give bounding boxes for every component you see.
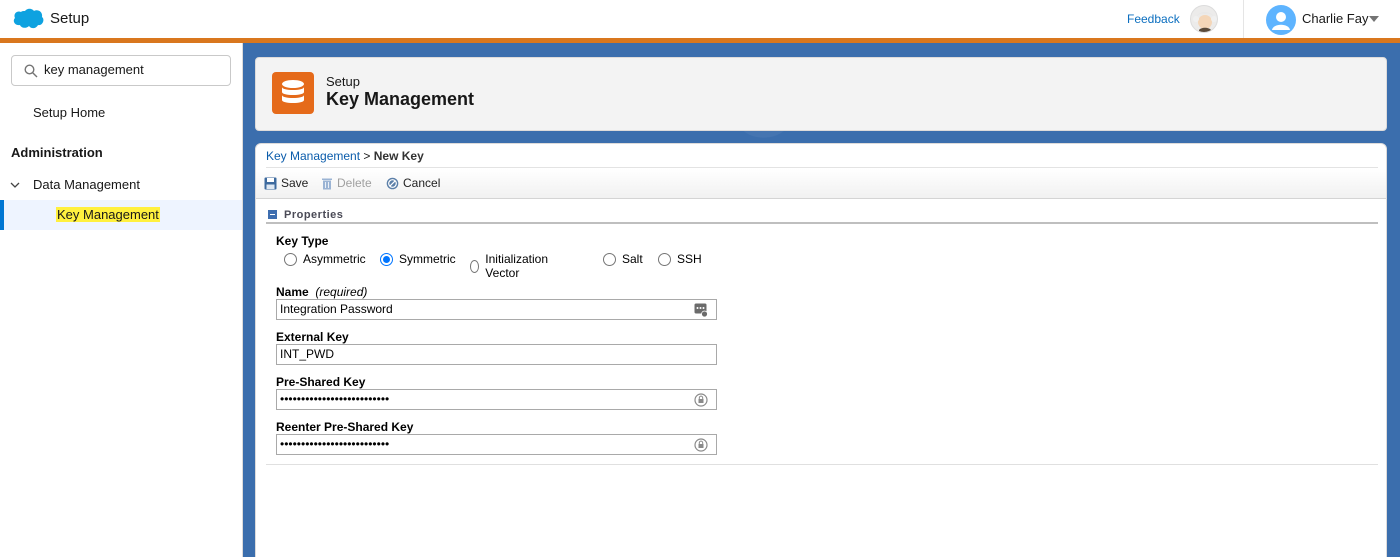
global-header: Setup Feedback Charlie Fay [0, 0, 1400, 39]
name-label: Name (required) [276, 285, 367, 299]
pre-shared-key-input[interactable] [280, 392, 680, 406]
cancel-button[interactable]: Cancel [386, 176, 440, 190]
user-name[interactable]: Charlie Fay [1302, 11, 1368, 26]
radio-asymmetric-control[interactable] [284, 252, 297, 266]
pre-shared-key-field[interactable] [276, 389, 717, 410]
radio-salt-control[interactable] [603, 252, 616, 266]
radio-salt[interactable]: Salt [603, 252, 643, 266]
salesforce-cloud-logo[interactable] [12, 8, 44, 30]
collapse-toggle-icon[interactable] [268, 210, 277, 219]
cancel-icon [386, 177, 399, 189]
trash-icon [322, 178, 332, 189]
section-title: Properties [284, 209, 344, 221]
breadcrumb-separator: > [360, 149, 374, 163]
pre-shared-key-label: Pre-Shared Key [276, 375, 366, 389]
toolbar: Save Delete Cancel [256, 169, 1386, 199]
name-input[interactable] [280, 302, 680, 316]
delete-label: Delete [337, 176, 372, 190]
app-title: Setup [50, 10, 90, 27]
delete-button[interactable]: Delete [321, 176, 372, 190]
external-key-label: External Key [276, 330, 349, 344]
quick-find-box[interactable] [11, 55, 231, 86]
save-icon [264, 177, 277, 189]
breadcrumb-divider [266, 167, 1378, 168]
setup-sidebar: Setup Home Administration Data Managemen… [0, 43, 243, 557]
page-subtitle: Setup [326, 74, 360, 89]
radio-label: Asymmetric [303, 252, 366, 266]
radio-label: SSH [677, 252, 702, 266]
radio-ssh-control[interactable] [658, 252, 671, 266]
external-key-input[interactable] [280, 347, 680, 361]
radio-label: Initialization Vector [485, 252, 548, 280]
radio-asymmetric[interactable]: Asymmetric [284, 252, 366, 266]
content-panel: Key Management > New Key Save Delete Can… [255, 143, 1387, 557]
radio-initialization-vector-control[interactable] [470, 259, 480, 273]
breadcrumb-current: New Key [373, 149, 424, 163]
properties-section-header: Properties [266, 208, 1378, 224]
database-icon [272, 72, 314, 114]
key-lock-icon[interactable] [694, 393, 708, 407]
cancel-label: Cancel [403, 176, 441, 190]
search-icon [24, 64, 38, 78]
key-type-label: Key Type [276, 234, 329, 248]
section-bottom-divider [266, 464, 1378, 465]
external-key-field[interactable] [276, 344, 717, 365]
radio-ssh[interactable]: SSH [658, 252, 702, 266]
breadcrumb: Key Management > New Key [266, 149, 424, 163]
reenter-key-label: Reenter Pre-Shared Key [276, 420, 414, 434]
save-label: Save [281, 176, 309, 190]
sidebar-item-key-management[interactable]: Key Management [0, 200, 242, 230]
page-header: Setup Key Management [255, 57, 1387, 131]
sidebar-item-setup-home[interactable]: Setup Home [33, 105, 105, 120]
chevron-down-icon[interactable] [10, 180, 20, 190]
radio-label: Salt [622, 252, 643, 266]
breadcrumb-link-key-management[interactable]: Key Management [266, 149, 360, 163]
page-title: Key Management [326, 89, 475, 109]
radio-label: Symmetric [399, 252, 456, 266]
sidebar-section-administration: Administration [11, 145, 103, 160]
name-label-text: Name [276, 285, 309, 299]
einstein-avatar-icon[interactable] [1190, 5, 1218, 33]
reenter-key-input[interactable] [280, 437, 680, 451]
reenter-key-field[interactable] [276, 434, 717, 455]
radio-symmetric-control[interactable] [380, 252, 393, 266]
name-field[interactable] [276, 299, 717, 320]
sidebar-item-label: Key Management [56, 207, 160, 222]
required-hint: (required) [315, 285, 368, 299]
key-lock-icon[interactable] [694, 438, 708, 452]
radio-symmetric[interactable]: Symmetric [380, 252, 456, 266]
radio-initialization-vector[interactable]: Initialization Vector [470, 252, 552, 280]
header-divider [1243, 0, 1244, 38]
user-menu-caret-icon[interactable] [1369, 16, 1379, 22]
password-manager-icon[interactable] [694, 303, 708, 317]
save-button[interactable]: Save [264, 176, 308, 190]
quick-find-input[interactable] [44, 62, 224, 77]
feedback-link[interactable]: Feedback [1127, 12, 1180, 26]
user-avatar-icon[interactable] [1266, 5, 1296, 35]
sidebar-item-data-management[interactable]: Data Management [33, 177, 140, 192]
